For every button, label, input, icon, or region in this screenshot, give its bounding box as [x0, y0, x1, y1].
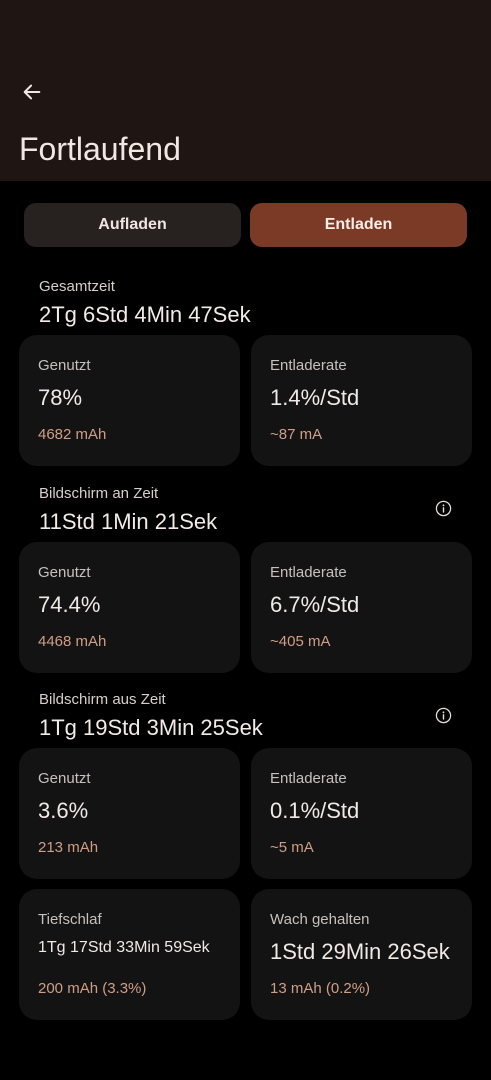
card-value: 0.1%/Std [270, 798, 360, 823]
card-value: 74.4% [38, 592, 101, 617]
card-discharge-rate-screen-off: Entladerate 0.1%/Std ~5 mA [251, 748, 472, 879]
section-label-total-time: Gesamtzeit [39, 278, 115, 295]
card-label: Genutzt [38, 357, 91, 374]
card-subvalue: 200 mAh (3.3%) [38, 980, 147, 997]
card-discharge-rate-total: Entladerate 1.4%/Std ~87 mA [251, 335, 472, 466]
card-subvalue: ~87 mA [270, 426, 323, 443]
info-icon[interactable] [433, 498, 453, 518]
section-label-screen-off: Bildschirm aus Zeit [39, 691, 166, 708]
card-kept-awake: Wach gehalten 1Std 29Min 26Sek 13 mAh (0… [251, 889, 472, 1020]
section-label-screen-on: Bildschirm an Zeit [39, 485, 159, 502]
card-subvalue: ~405 mA [270, 633, 331, 650]
card-label: Wach gehalten [270, 911, 370, 928]
back-button[interactable] [14, 76, 50, 108]
card-label: Genutzt [38, 564, 91, 581]
card-subvalue: 13 mAh (0.2%) [270, 980, 371, 997]
card-value: 3.6% [38, 798, 89, 823]
section-value-screen-off: 1Tg 19Std 3Min 25Sek [39, 715, 263, 740]
card-used-screen-on: Genutzt 74.4% 4468 mAh [19, 542, 240, 673]
card-subvalue: ~5 mA [270, 839, 314, 856]
card-value: 1.4%/Std [270, 385, 360, 410]
card-subvalue: 4468 mAh [38, 633, 107, 650]
card-discharge-rate-screen-on: Entladerate 6.7%/Std ~405 mA [251, 542, 472, 673]
page-title: Fortlaufend [19, 131, 181, 167]
card-label: Genutzt [38, 770, 91, 787]
tab-entladen[interactable]: Entladen [250, 203, 467, 247]
card-used-screen-off: Genutzt 3.6% 213 mAh [19, 748, 240, 879]
card-value: 1Std 29Min 26Sek [270, 939, 450, 964]
card-label: Entladerate [270, 357, 347, 374]
app-header: Fortlaufend [0, 0, 491, 181]
card-label: Entladerate [270, 564, 347, 581]
card-value: 1Tg 17Std 33Min 59Sek [38, 939, 210, 956]
card-value: 6.7%/Std [270, 592, 360, 617]
card-value: 78% [38, 385, 83, 410]
card-deep-sleep: Tiefschlaf 1Tg 17Std 33Min 59Sek 200 mAh… [19, 889, 240, 1020]
card-label: Tiefschlaf [38, 911, 102, 928]
card-label: Entladerate [270, 770, 347, 787]
section-value-total-time: 2Tg 6Std 4Min 47Sek [39, 302, 251, 327]
card-subvalue: 213 mAh [38, 839, 99, 856]
arrow-left-icon [23, 84, 41, 100]
info-icon[interactable] [433, 705, 453, 725]
section-value-screen-on: 11Std 1Min 21Sek [39, 509, 218, 534]
tab-aufladen[interactable]: Aufladen [24, 203, 241, 247]
card-used-total: Genutzt 78% 4682 mAh [19, 335, 240, 466]
card-subvalue: 4682 mAh [38, 426, 107, 443]
